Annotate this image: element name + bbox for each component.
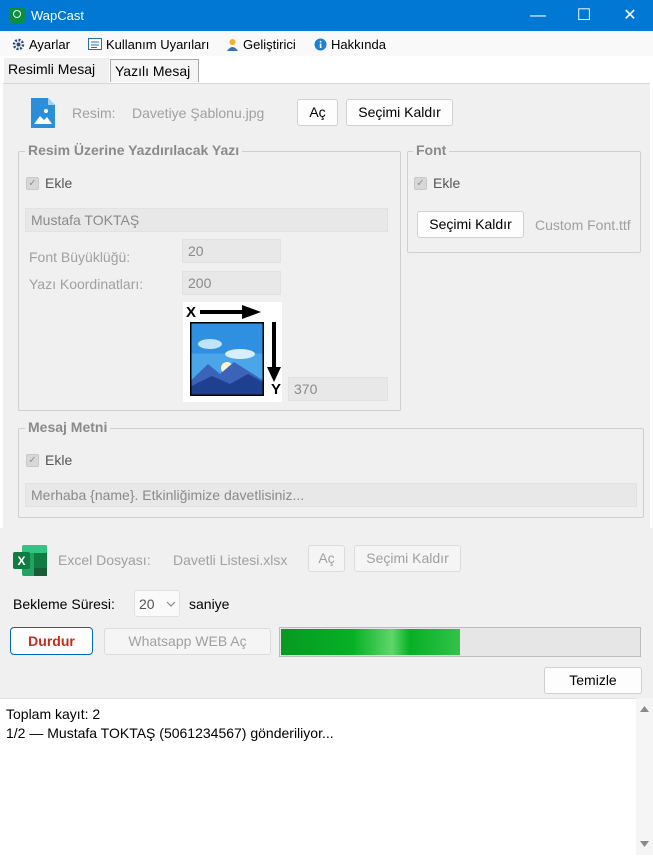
menu-item-hakkinda[interactable]: Hakkında xyxy=(314,36,386,52)
message-add-checkbox[interactable]: ✓ xyxy=(26,454,39,467)
y-coord-field[interactable]: 370 xyxy=(288,377,388,401)
app-icon xyxy=(9,7,25,23)
menu-item-kullanim-uyarilari[interactable]: Kullanım Uyarıları xyxy=(88,36,209,52)
font-clear-button[interactable]: Seçimi Kaldır xyxy=(417,211,524,238)
menu-item-ayarlar[interactable]: Ayarlar xyxy=(12,36,70,52)
close-button[interactable]: ✕ xyxy=(607,0,653,31)
excel-clear-button[interactable]: Seçimi Kaldır xyxy=(354,545,461,572)
font-size-field[interactable]: 20 xyxy=(182,239,281,263)
font-add-checkbox[interactable]: ✓ xyxy=(414,177,427,190)
menu-label: Geliştirici xyxy=(243,36,296,52)
info-icon xyxy=(314,38,327,50)
log-line: Toplam kayıt: 2 xyxy=(6,706,101,722)
coords-label: Yazı Koordinatları: xyxy=(29,276,144,292)
excel-filename: Davetli Listesi.xlsx xyxy=(173,552,288,568)
log-area[interactable]: Toplam kayıt: 2 1/2 — Mustafa TOKTAŞ (50… xyxy=(0,698,653,856)
minimize-button[interactable]: — xyxy=(515,0,561,31)
wait-unit: saniye xyxy=(189,596,230,612)
text-add-checkbox[interactable]: ✓ xyxy=(26,177,39,190)
list-icon xyxy=(88,38,102,50)
excel-open-button[interactable]: Aç xyxy=(308,545,345,572)
window-title: WapCast xyxy=(31,8,84,23)
log-scrollbar[interactable] xyxy=(636,698,653,855)
wait-value: 20 xyxy=(139,596,155,612)
whatsapp-web-button[interactable]: Whatsapp WEB Aç xyxy=(104,628,271,655)
message-text-field[interactable]: Merhaba {name}. Etkinliğimize davetlisin… xyxy=(25,483,637,507)
menu-label: Hakkında xyxy=(331,36,386,52)
person-icon xyxy=(227,38,238,51)
progress-fill xyxy=(281,629,460,655)
text-value-field[interactable]: Mustafa TOKTAŞ xyxy=(25,208,388,232)
progress-bar xyxy=(279,627,641,657)
font-group-legend: Font xyxy=(413,142,450,158)
font-add-label: Ekle xyxy=(433,175,461,191)
clear-log-button[interactable]: Temizle xyxy=(544,667,642,694)
scroll-down-icon[interactable] xyxy=(640,841,649,847)
wait-label: Bekleme Süresi: xyxy=(13,596,115,612)
log-line: 1/2 — Mustafa TOKTAŞ (5061234567) gönder… xyxy=(6,725,334,741)
landscape-image-icon xyxy=(190,322,264,396)
message-group-legend: Mesaj Metni xyxy=(25,419,111,435)
tab-yazili-mesaj[interactable]: Yazılı Mesaj xyxy=(110,59,199,82)
text-group-legend: Resim Üzerine Yazdırılacak Yazı xyxy=(25,142,243,158)
message-add-label: Ekle xyxy=(45,452,73,468)
scroll-up-icon[interactable] xyxy=(640,706,649,712)
image-filename: Davetiye Şablonu.jpg xyxy=(132,105,265,121)
title-bar: WapCast — ☐ ✕ xyxy=(0,0,653,31)
excel-icon: X xyxy=(13,545,47,576)
menu-bar: Ayarlar Kullanım Uyarıları Geliştirici H… xyxy=(0,31,653,56)
font-name: Custom Font.ttf xyxy=(535,217,631,233)
x-coord-field[interactable]: 200 xyxy=(182,271,281,295)
image-clear-button[interactable]: Seçimi Kaldır xyxy=(346,99,453,126)
image-open-button[interactable]: Aç xyxy=(297,99,338,126)
tab-panel: Resim: Davetiye Şablonu.jpg Aç Seçimi Ka… xyxy=(3,83,650,529)
svg-text:X: X xyxy=(17,554,25,568)
y-axis-label: Y xyxy=(271,381,282,398)
stop-button[interactable]: Durdur xyxy=(10,627,93,655)
lower-panel: X Excel Dosyası: Davetli Listesi.xlsx Aç… xyxy=(0,528,653,698)
menu-label: Kullanım Uyarıları xyxy=(106,36,210,52)
chevron-down-icon xyxy=(166,601,176,607)
gear-icon xyxy=(12,38,25,50)
menu-label: Ayarlar xyxy=(29,36,70,52)
excel-label: Excel Dosyası: xyxy=(58,552,151,568)
maximize-button[interactable]: ☐ xyxy=(561,0,607,31)
image-label: Resim: xyxy=(72,105,116,121)
menu-item-gelistirici[interactable]: Geliştirici xyxy=(226,36,296,52)
tab-resimli-mesaj[interactable]: Resimli Mesaj xyxy=(4,58,109,83)
image-file-icon xyxy=(31,98,55,128)
wait-select[interactable]: 20 xyxy=(134,590,180,617)
text-add-label: Ekle xyxy=(45,175,73,191)
font-size-label: Font Büyüklüğü: xyxy=(29,249,131,265)
coordinate-diagram: X Y xyxy=(183,302,282,402)
